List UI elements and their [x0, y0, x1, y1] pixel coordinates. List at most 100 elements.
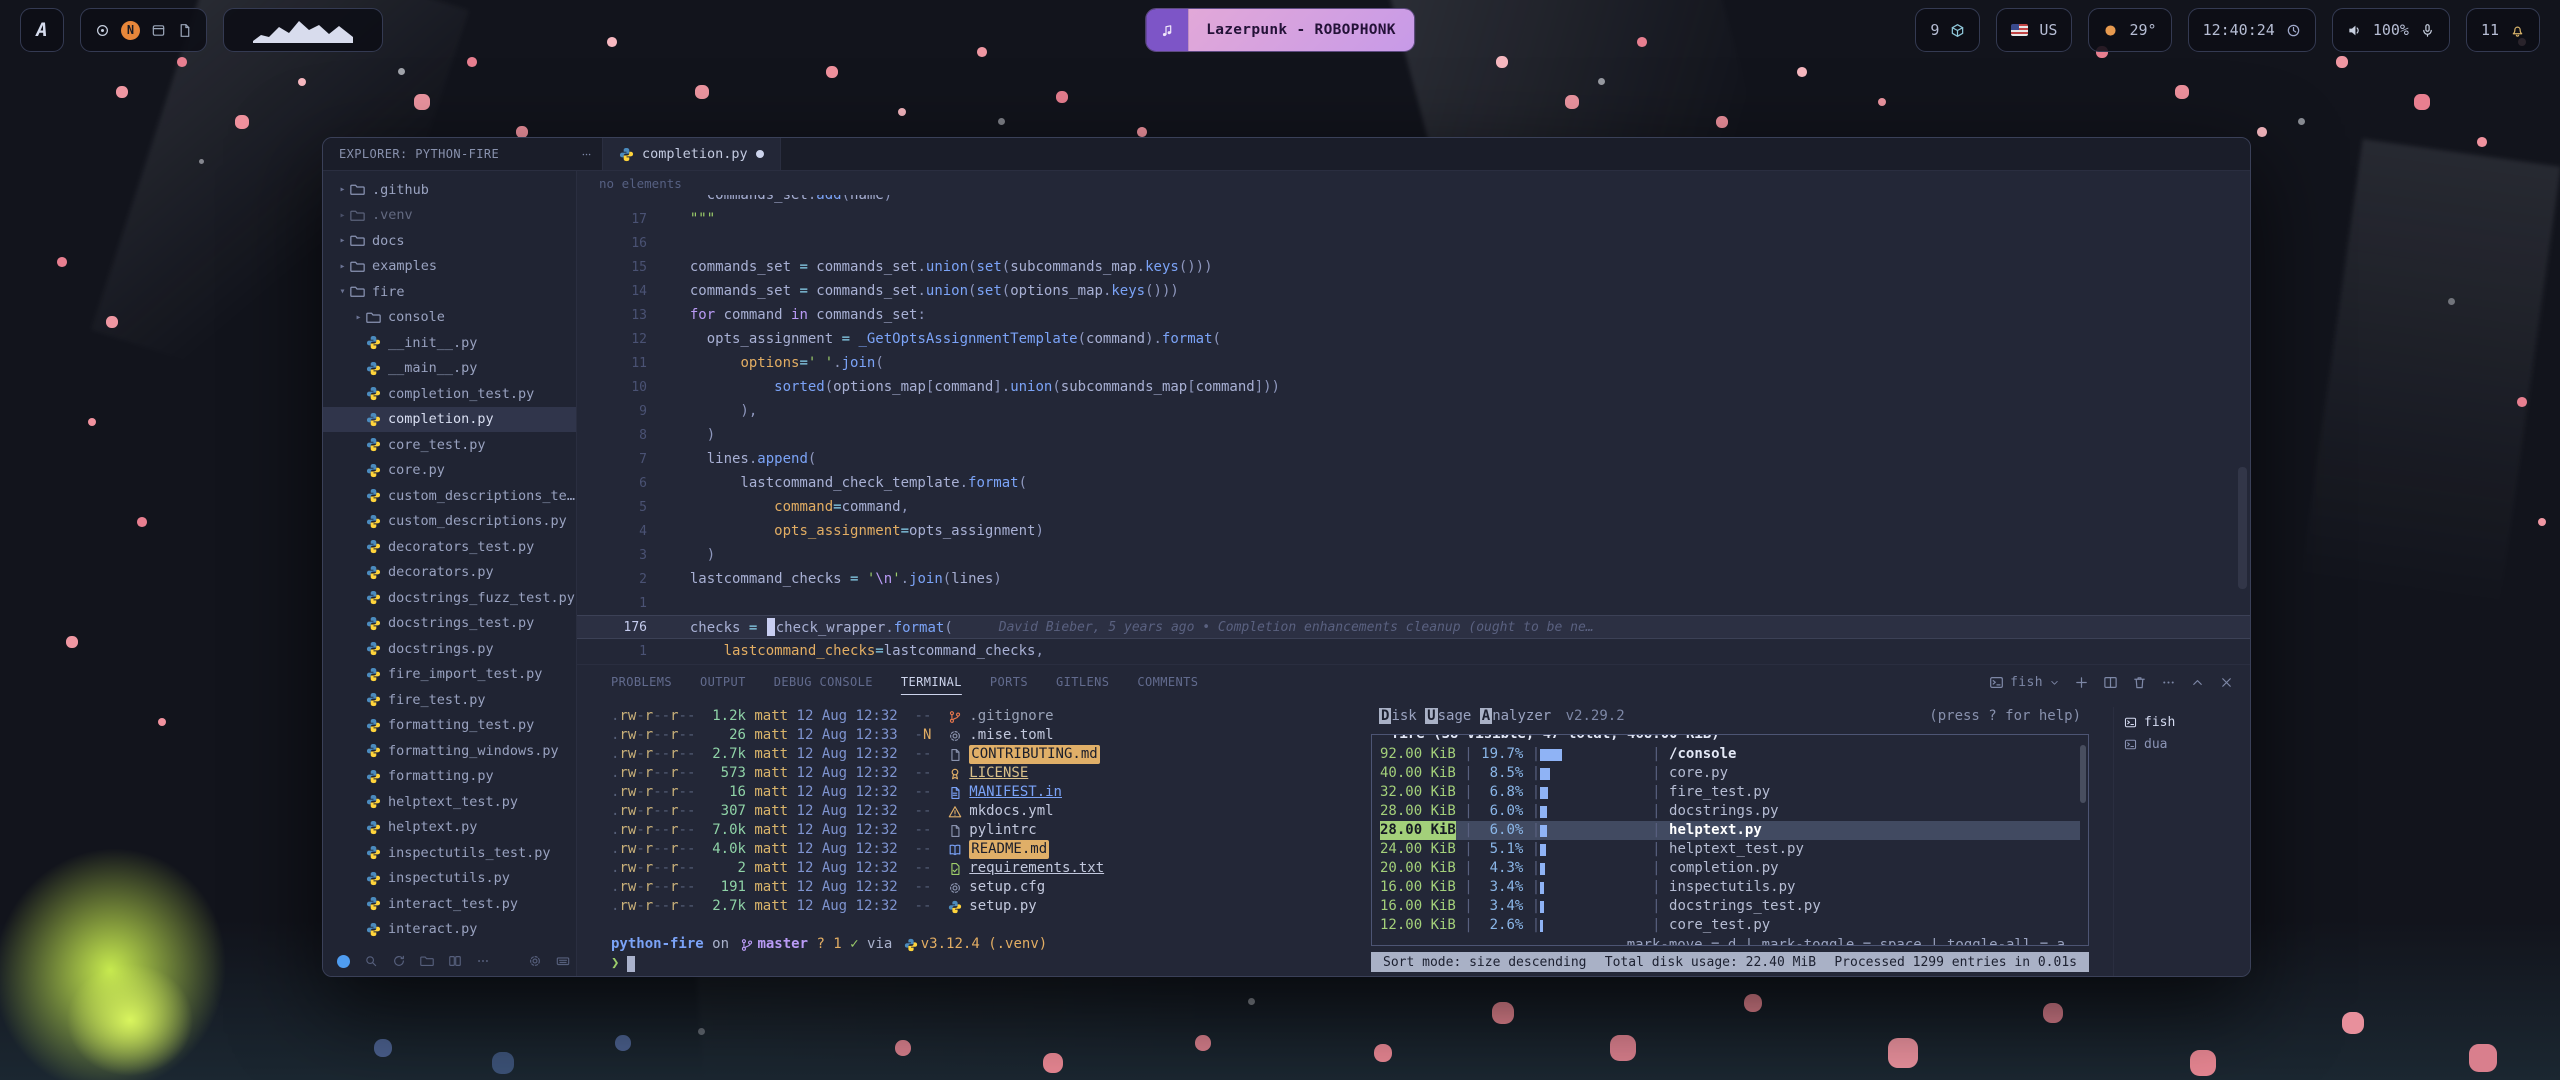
explorer-more-actions-button[interactable]	[581, 149, 592, 160]
new-terminal-button[interactable]	[2074, 675, 2089, 690]
tree-item-fire[interactable]: ▾fire	[323, 279, 576, 305]
tree-item-helptext.py[interactable]: helptext.py	[323, 815, 576, 841]
file-icon[interactable]	[177, 23, 192, 38]
dua-row[interactable]: 16.00 KiB | 3.4% || inspectutils.py	[1380, 878, 2080, 897]
shell-input-line: ❯	[611, 954, 1371, 973]
notifications-widget[interactable]: 11	[2466, 8, 2540, 52]
panel-tab-output[interactable]: OUTPUT	[700, 675, 746, 689]
shell-prompt: python-fire on master ? 1 ✓ via v3.12.4 …	[611, 935, 1371, 954]
tree-item-completion.py[interactable]: completion.py	[323, 407, 576, 433]
dua-row[interactable]: 16.00 KiB | 3.4% || docstrings_test.py	[1380, 897, 2080, 916]
tree-item-docstrings.py[interactable]: docstrings.py	[323, 636, 576, 662]
keyboard-layout-widget[interactable]: US	[1996, 8, 2072, 52]
app-launcher-button[interactable]: A	[20, 8, 64, 52]
search-icon[interactable]	[364, 954, 378, 968]
system-graph-widget[interactable]	[223, 8, 383, 52]
tree-item-helptext_test.py[interactable]: helptext_test.py	[323, 789, 576, 815]
tree-item-completion_test.py[interactable]: completion_test.py	[323, 381, 576, 407]
tree-item-formatting_windows.py[interactable]: formatting_windows.py	[323, 738, 576, 764]
tree-item-fire_test.py[interactable]: fire_test.py	[323, 687, 576, 713]
terminal-session-fish[interactable]: fish	[2124, 711, 2250, 733]
code-editor[interactable]: commands_set.add(name)17 """1615 command…	[577, 195, 2250, 664]
keyboard-icon[interactable]	[556, 954, 570, 968]
terminal-profile-picker[interactable]: fish	[1989, 675, 2060, 690]
terminal-session-dua[interactable]: dua	[2124, 733, 2250, 755]
split-terminal-button[interactable]	[2103, 675, 2118, 690]
panel-tab-gitlens[interactable]: GITLENS	[1056, 675, 1109, 689]
close-panel-button[interactable]	[2219, 675, 2234, 690]
tree-item-fire_import_test.py[interactable]: fire_import_test.py	[323, 662, 576, 688]
editor-scrollbar[interactable]	[2238, 467, 2247, 589]
dua-terminal[interactable]: Disk Usage Analyzer v2.29.2 (press ? for…	[1371, 707, 2103, 976]
tree-item-__main__.py[interactable]: __main__.py	[323, 356, 576, 382]
disc-icon[interactable]	[95, 23, 110, 38]
maximize-panel-button[interactable]	[2190, 675, 2205, 690]
tree-item-custom_descriptions_test.py[interactable]: custom_descriptions_test.py	[323, 483, 576, 509]
python-icon	[619, 147, 634, 162]
panel-tab-comments[interactable]: COMMENTS	[1137, 675, 1198, 689]
panel-tab-ports[interactable]: PORTS	[990, 675, 1028, 689]
tree-item-interact.py[interactable]: interact.py	[323, 917, 576, 943]
code-line: 15 commands_set = commands_set.union(set…	[577, 255, 2250, 279]
kill-terminal-button[interactable]	[2132, 675, 2147, 690]
file-name: LICENSE	[969, 764, 1028, 783]
folder-icon[interactable]	[420, 954, 434, 968]
tree-item-examples[interactable]: ▸examples	[323, 254, 576, 280]
breadcrumb[interactable]: no elements	[577, 171, 2250, 195]
weather-widget[interactable]: 29°	[2088, 8, 2171, 52]
python-icon	[366, 820, 381, 835]
updates-widget[interactable]: 9	[1915, 8, 1980, 52]
dua-usage-bar	[1540, 825, 1652, 837]
dua-row[interactable]: 28.00 KiB | 6.0% || helptext.py	[1380, 821, 2080, 840]
volume-widget[interactable]: 100%	[2332, 8, 2450, 52]
n-badge-icon[interactable]: N	[121, 21, 140, 40]
layout-icon[interactable]	[448, 954, 462, 968]
tree-item-decorators_test.py[interactable]: decorators_test.py	[323, 534, 576, 560]
panel-tab-terminal[interactable]: TERMINAL	[901, 675, 962, 689]
tree-item-.venv[interactable]: ▸.venv	[323, 203, 576, 229]
dua-scrollbar[interactable]	[2080, 745, 2086, 803]
tree-item-core.py[interactable]: core.py	[323, 458, 576, 484]
tree-item-formatting.py[interactable]: formatting.py	[323, 764, 576, 790]
tree-item-docstrings_fuzz_test.py[interactable]: docstrings_fuzz_test.py	[323, 585, 576, 611]
modified-indicator[interactable]	[756, 150, 764, 158]
terminal-area[interactable]: .rw-r--r-- 1.2k matt 12 Aug 12:32 -- .gi…	[577, 699, 2250, 976]
more-actions-button[interactable]	[2161, 675, 2176, 690]
python-icon	[366, 386, 381, 401]
tree-item-interact_test.py[interactable]: interact_test.py	[323, 891, 576, 917]
tab-completion-py[interactable]: completion.py	[603, 138, 781, 170]
tree-item-inspectutils.py[interactable]: inspectutils.py	[323, 866, 576, 892]
tree-item-__init__.py[interactable]: __init__.py	[323, 330, 576, 356]
panel-tab-problems[interactable]: PROBLEMS	[611, 675, 672, 689]
tree-item-docstrings_test.py[interactable]: docstrings_test.py	[323, 611, 576, 637]
dua-row[interactable]: 40.00 KiB | 8.5% || core.py	[1380, 764, 2080, 783]
clock-widget[interactable]: 12:40:24	[2188, 8, 2316, 52]
dua-row[interactable]: 24.00 KiB | 5.1% || helptext_test.py	[1380, 840, 2080, 859]
dua-row[interactable]: 12.00 KiB | 2.6% || core_test.py	[1380, 916, 2080, 935]
dua-row[interactable]: 20.00 KiB | 4.3% || completion.py	[1380, 859, 2080, 878]
fish-terminal[interactable]: .rw-r--r-- 1.2k matt 12 Aug 12:32 -- .gi…	[611, 707, 1371, 976]
ellipsis-icon[interactable]	[476, 954, 490, 968]
dua-row[interactable]: 28.00 KiB | 6.0% || docstrings.py	[1380, 802, 2080, 821]
window-icon[interactable]	[151, 23, 166, 38]
tree-item-formatting_test.py[interactable]: formatting_test.py	[323, 713, 576, 739]
top-status-bar: A N Lazerpunk - ROBOPHONK 9 US 29° 12:40…	[20, 8, 2540, 52]
tree-item-label: docs	[372, 233, 405, 249]
tree-item-docs[interactable]: ▸docs	[323, 228, 576, 254]
dua-row[interactable]: 92.00 KiB | 19.7% || /console	[1380, 745, 2080, 764]
tree-item-.github[interactable]: ▸.github	[323, 177, 576, 203]
code-line: 12 opts_assignment = _GetOptsAssignmentT…	[577, 327, 2250, 351]
panel-tab-debug-console[interactable]: DEBUG CONSOLE	[774, 675, 873, 689]
tree-item-inspectutils_test.py[interactable]: inspectutils_test.py	[323, 840, 576, 866]
wallpaper-green-plant	[40, 940, 220, 1080]
line-number: 2	[577, 572, 673, 587]
dua-row[interactable]: 32.00 KiB | 6.8% || fire_test.py	[1380, 783, 2080, 802]
tree-item-core_test.py[interactable]: core_test.py	[323, 432, 576, 458]
music-player-widget[interactable]: Lazerpunk - ROBOPHONK	[1145, 8, 1415, 52]
gear-icon[interactable]	[528, 954, 542, 968]
tree-item-custom_descriptions.py[interactable]: custom_descriptions.py	[323, 509, 576, 535]
tree-item-decorators.py[interactable]: decorators.py	[323, 560, 576, 586]
remote-indicator-icon[interactable]	[337, 955, 350, 968]
sync-icon[interactable]	[392, 954, 406, 968]
tree-item-console[interactable]: ▸console	[323, 305, 576, 331]
